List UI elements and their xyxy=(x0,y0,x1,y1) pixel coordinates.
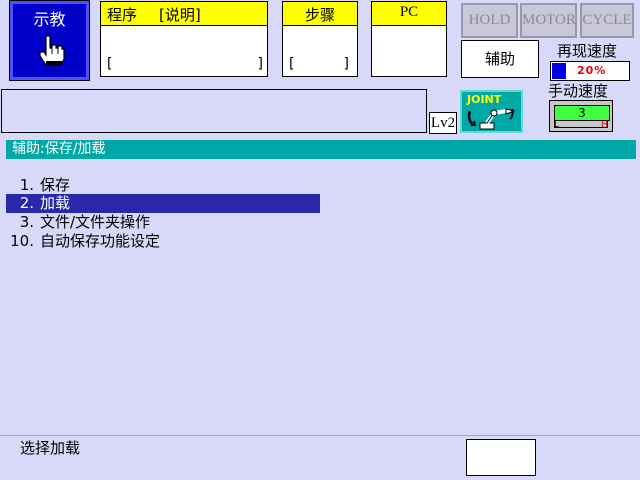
manual-speed-gauge[interactable]: 3 L H xyxy=(549,100,613,132)
program-header: 程序 [说明] xyxy=(101,2,267,26)
page-title: 辅助:保存/加载 xyxy=(6,140,636,159)
hand-pointer-icon xyxy=(39,35,65,66)
manual-speed-scale xyxy=(554,121,608,128)
menu-item-load[interactable]: 2. 加载 xyxy=(6,194,320,213)
pc-title: PC xyxy=(399,4,419,20)
menu-item-number: 3. xyxy=(19,213,34,231)
replay-speed-label: 再现速度 xyxy=(557,42,618,60)
step-header: 步骤 xyxy=(283,2,357,26)
menu-item-auto-save[interactable]: 10. 自动保存功能设定 xyxy=(6,232,320,251)
manual-speed-high: H xyxy=(601,120,608,130)
teach-mode-indicator[interactable]: 示教 xyxy=(9,0,90,81)
program-bracket-open: [ xyxy=(107,56,113,72)
mode-label: 示教 xyxy=(33,10,66,29)
replay-speed-fill xyxy=(552,63,566,79)
step-panel[interactable]: 步骤 [ ] xyxy=(282,1,358,77)
replay-speed-bar[interactable]: 20% xyxy=(550,61,630,81)
menu-item-number: 2. xyxy=(19,194,34,212)
menu-item-label: 文件/文件夹操作 xyxy=(40,213,151,231)
aux-button[interactable]: 辅助 xyxy=(461,40,539,78)
message-line xyxy=(1,89,427,133)
manual-speed-low: L xyxy=(554,120,560,130)
pc-header: PC xyxy=(372,2,446,26)
robot-arm-icon xyxy=(467,108,516,130)
program-bracket-close: ] xyxy=(257,56,263,72)
menu-item-number: 1. xyxy=(19,176,34,194)
cycle-status: CYCLE xyxy=(580,3,634,38)
pc-panel[interactable]: PC xyxy=(371,1,447,77)
prompt-text: 选择加载 xyxy=(20,439,81,457)
step-bracket-open: [ xyxy=(289,56,295,72)
menu-item-label: 保存 xyxy=(40,176,71,194)
menu-item-label: 加载 xyxy=(40,194,71,212)
prompt-divider xyxy=(0,435,640,436)
step-bracket-close: ] xyxy=(343,56,349,72)
level-indicator: Lv2 xyxy=(429,112,457,134)
menu-item-label: 自动保存功能设定 xyxy=(40,232,161,250)
step-title: 步骤 xyxy=(304,6,335,24)
menu-item-number: 10. xyxy=(10,232,34,250)
program-title: 程序 xyxy=(107,6,138,24)
prompt-input[interactable] xyxy=(466,439,536,476)
menu-item-save[interactable]: 1. 保存 xyxy=(6,176,320,195)
manual-speed-value: 3 xyxy=(578,106,586,120)
hold-status: HOLD xyxy=(461,3,518,38)
joint-mode-button[interactable]: JOINT xyxy=(460,90,523,133)
program-desc: [说明] xyxy=(159,6,201,24)
manual-speed-label: 手动速度 xyxy=(548,82,609,100)
manual-speed-display: 3 xyxy=(554,105,610,121)
program-panel[interactable]: 程序 [说明] [ ] xyxy=(100,1,268,77)
menu-item-file-operations[interactable]: 3. 文件/文件夹操作 xyxy=(6,213,320,232)
replay-speed-value: 20% xyxy=(577,64,607,77)
motor-status: MOTOR xyxy=(520,3,577,38)
